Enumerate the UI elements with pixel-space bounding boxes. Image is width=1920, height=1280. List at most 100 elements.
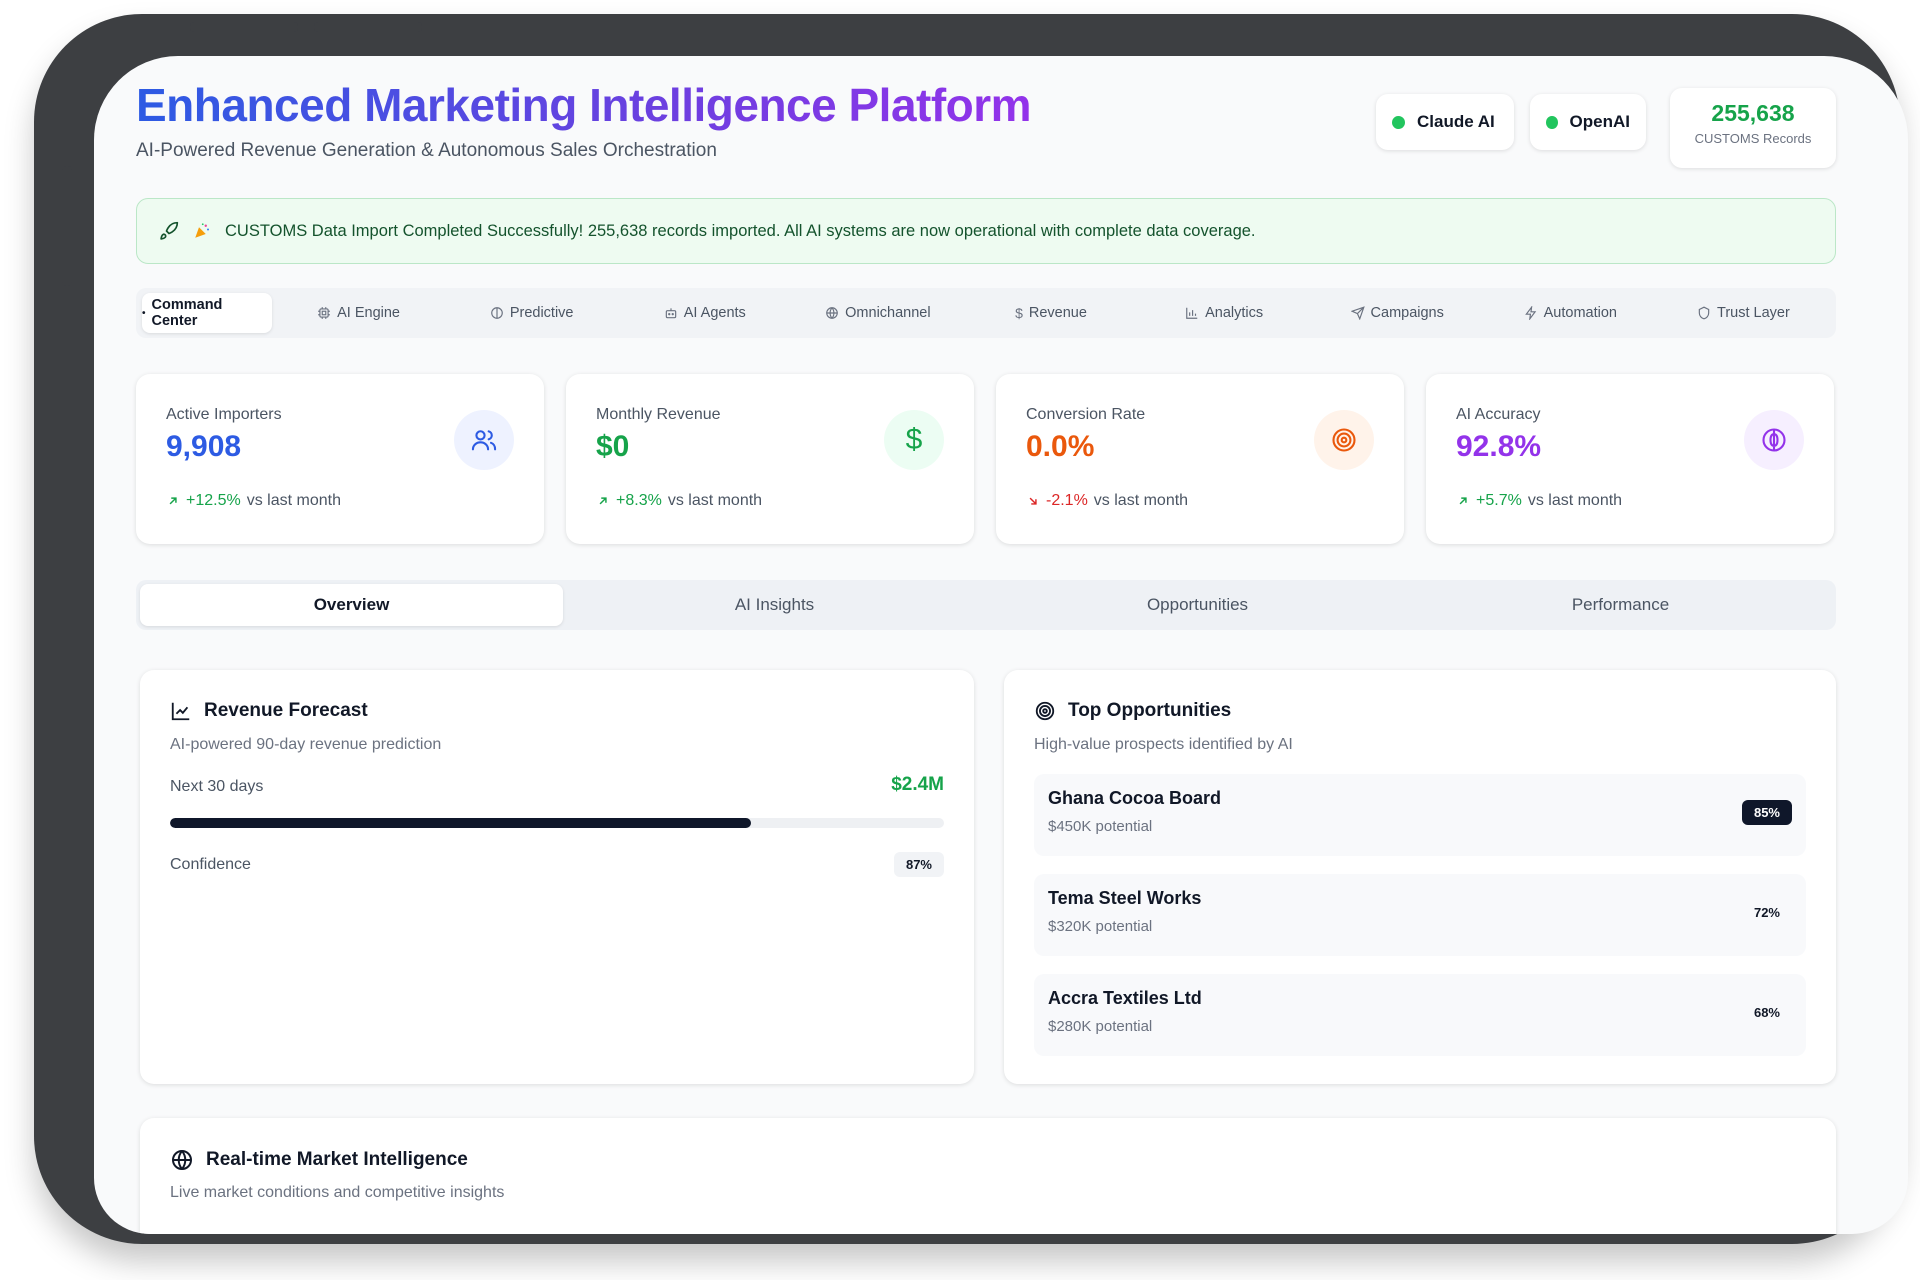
trend-up-icon [169,497,177,505]
trend-up-icon [1459,497,1467,505]
kpi-icon-box [454,410,514,470]
market-intelligence-title: Real-time Market Intelligence [206,1149,468,1170]
kpi-value: 92.8% [1456,430,1542,463]
nav-ai-agents[interactable]: AI Agents [618,293,791,333]
status-dot-icon [1546,115,1558,129]
kpi-icon-box [1744,410,1804,470]
line-chart-icon [171,702,190,721]
nav-automation[interactable]: Automation [1484,293,1657,333]
opportunity-score-badge: 85% [1741,800,1792,825]
records-counter: 255,638 CUSTOMS Records [1670,88,1836,168]
forecast-progress-fill [170,818,751,828]
opportunity-item[interactable]: Ghana Cocoa Board $450K potential 85% [1034,774,1806,856]
users-icon [471,430,497,451]
nav-ai-engine[interactable]: AI Engine [272,293,445,333]
target-icon [1035,701,1055,721]
records-value: 255,638 [1711,100,1795,126]
panel-title: Revenue Forecast [170,700,368,722]
party-icon [195,223,210,238]
kpi-value: 0.0% [1026,430,1095,463]
status-label: OpenAI [1569,112,1630,131]
volume-button [190,22,298,32]
tab-performance[interactable]: Performance [1409,584,1832,626]
kpi-label: Monthly Revenue [596,406,721,423]
opportunity-name: Ghana Cocoa Board [1048,788,1222,808]
shield-icon [1698,306,1710,320]
kpi-conversion-rate[interactable]: Conversion Rate 0.0% -2.1% vs last month [996,374,1404,544]
nav-trust-layer[interactable]: Trust Layer [1657,293,1830,333]
nav-label: Revenue [1028,305,1087,321]
page-title: Enhanced Marketing Intelligence Platform [136,79,1032,131]
power-button [314,22,422,32]
tab-opportunities[interactable]: Opportunities [986,584,1409,626]
dot-icon: • [142,307,146,319]
globe-icon [172,1150,192,1170]
brain-icon [490,307,503,319]
nav-label: Predictive [509,305,574,321]
trend-value: +5.7% [1476,492,1522,509]
side-button [62,166,72,286]
kpi-icon-box: $ [884,410,944,470]
nav-campaigns[interactable]: Campaigns [1311,293,1484,333]
nav-revenue[interactable]: $ Revenue [964,293,1137,333]
nav-command-center[interactable]: • Command Center [142,293,272,333]
forecast-period-label: Next 30 days [170,778,264,795]
kpi-value: $0 [596,430,630,463]
send-icon [1350,306,1365,320]
revenue-forecast-panel: Revenue Forecast AI-powered 90-day reven… [140,670,974,1084]
nav-label: Campaigns [1370,305,1444,321]
brain-icon [1762,428,1786,452]
nav-label: AI Engine [337,305,400,321]
status-dot-icon [1392,115,1405,129]
forecast-amount: $2.4M [891,774,944,795]
panel-title: Top Opportunities [1034,700,1231,722]
globe-icon [826,307,838,319]
status-pill-claude[interactable]: Claude AI [1376,94,1514,150]
banner-text: CUSTOMS Data Import Completed Successful… [225,221,1256,240]
dollar-icon: $ [1015,305,1023,321]
top-opportunities-title: Top Opportunities [1068,700,1232,721]
opportunity-potential: $280K potential [1048,1018,1153,1035]
kpi-icon-box [1314,410,1374,470]
target-icon [1332,428,1356,452]
nav-omnichannel[interactable]: Omnichannel [791,293,964,333]
opportunity-name: Accra Textiles Ltd [1048,988,1202,1008]
kpi-label: Active Importers [166,406,282,423]
revenue-forecast-title: Revenue Forecast [204,700,368,721]
kpi-trend: +5.7% vs last month [1456,492,1622,510]
success-banner: CUSTOMS Data Import Completed Successful… [136,198,1836,264]
opportunity-item[interactable]: Accra Textiles Ltd $280K potential 68% [1034,974,1806,1056]
tab-overview[interactable]: Overview [140,584,563,626]
nav-predictive[interactable]: Predictive [445,293,618,333]
opportunity-potential: $320K potential [1048,918,1153,935]
kpi-monthly-revenue[interactable]: Monthly Revenue $0 +8.3% vs last month $ [566,374,974,544]
tab-ai-insights[interactable]: AI Insights [563,584,986,626]
cpu-icon [318,307,330,319]
kpi-active-importers[interactable]: Active Importers 9,908 +12.5% vs last mo… [136,374,544,544]
status-label: Claude AI [1417,112,1495,131]
opportunity-item[interactable]: Tema Steel Works $320K potential 72% [1034,874,1806,956]
top-opportunities-panel: Top Opportunities High-value prospects i… [1004,670,1836,1084]
nav-label: Automation [1543,305,1617,321]
confidence-badge: 87% [893,852,944,877]
trend-suffix: vs last month [246,492,341,509]
kpi-label: Conversion Rate [1026,406,1146,423]
trend-down-icon [1029,497,1037,505]
status-pill-openai[interactable]: OpenAI [1530,94,1646,150]
top-opportunities-subtitle: High-value prospects identified by AI [1034,736,1293,753]
trend-suffix: vs last month [1093,492,1189,509]
market-intelligence-subtitle: Live market conditions and competitive i… [170,1184,505,1201]
page-subtitle: AI-Powered Revenue Generation & Autonomo… [136,140,717,161]
trend-suffix: vs last month [1527,492,1623,509]
nav-analytics[interactable]: Analytics [1138,293,1311,333]
kpi-ai-accuracy[interactable]: AI Accuracy 92.8% +5.7% vs last month [1426,374,1834,544]
bot-icon [665,308,676,319]
trend-value: +12.5% [186,492,241,509]
rocket-icon [160,221,179,240]
opportunity-score-badge: 68% [1753,1005,1780,1020]
market-intelligence-panel: Real-time Market Intelligence Live marke… [140,1118,1836,1234]
forecast-progress-bar [170,818,944,828]
kpi-trend: +12.5% vs last month [166,492,341,510]
nav-label: Trust Layer [1717,305,1790,321]
opportunity-name: Tema Steel Works [1048,888,1202,908]
